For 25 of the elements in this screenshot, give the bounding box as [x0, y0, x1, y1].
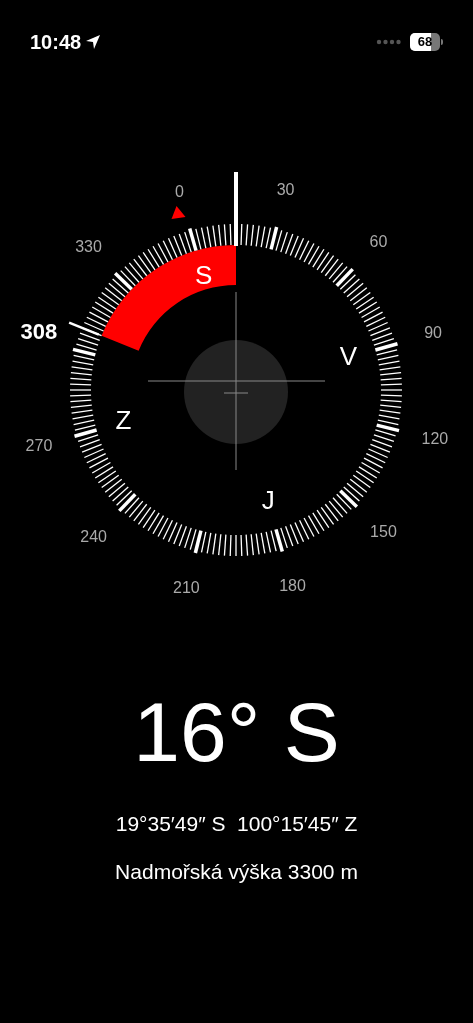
dial-label: 270: [25, 436, 53, 454]
battery-icon: 68: [410, 33, 443, 51]
dial-label: 210: [173, 579, 200, 597]
leader-line: [68, 321, 100, 336]
dial-label: 60: [369, 232, 388, 250]
dial-label: 330: [75, 237, 102, 255]
dial-label: 0: [175, 183, 184, 201]
dial-label: 150: [370, 522, 397, 540]
cardinal-letter: S: [195, 260, 213, 291]
heading-reading: 16° S: [133, 690, 340, 774]
signal-icon: [376, 39, 402, 45]
north-marker-icon: [171, 206, 186, 220]
dial-label: 90: [424, 323, 442, 341]
cardinal-letter: Z: [115, 405, 132, 436]
elevation: Nadmořská výška 3300 m: [115, 858, 358, 885]
location-arrow-icon: [85, 34, 102, 50]
dial-label: 240: [80, 527, 107, 545]
dial-label: 30: [276, 181, 295, 199]
coordinates: 19°35′49″ S 100°15′45″ Z: [115, 811, 358, 837]
bearing-reading: 308: [20, 319, 58, 345]
dial-label: 180: [279, 577, 306, 595]
cardinal-letter: V: [339, 340, 358, 371]
cardinal-letter: J: [261, 485, 275, 516]
dial-label: 120: [421, 429, 449, 447]
status-time: 10:48: [30, 30, 82, 55]
